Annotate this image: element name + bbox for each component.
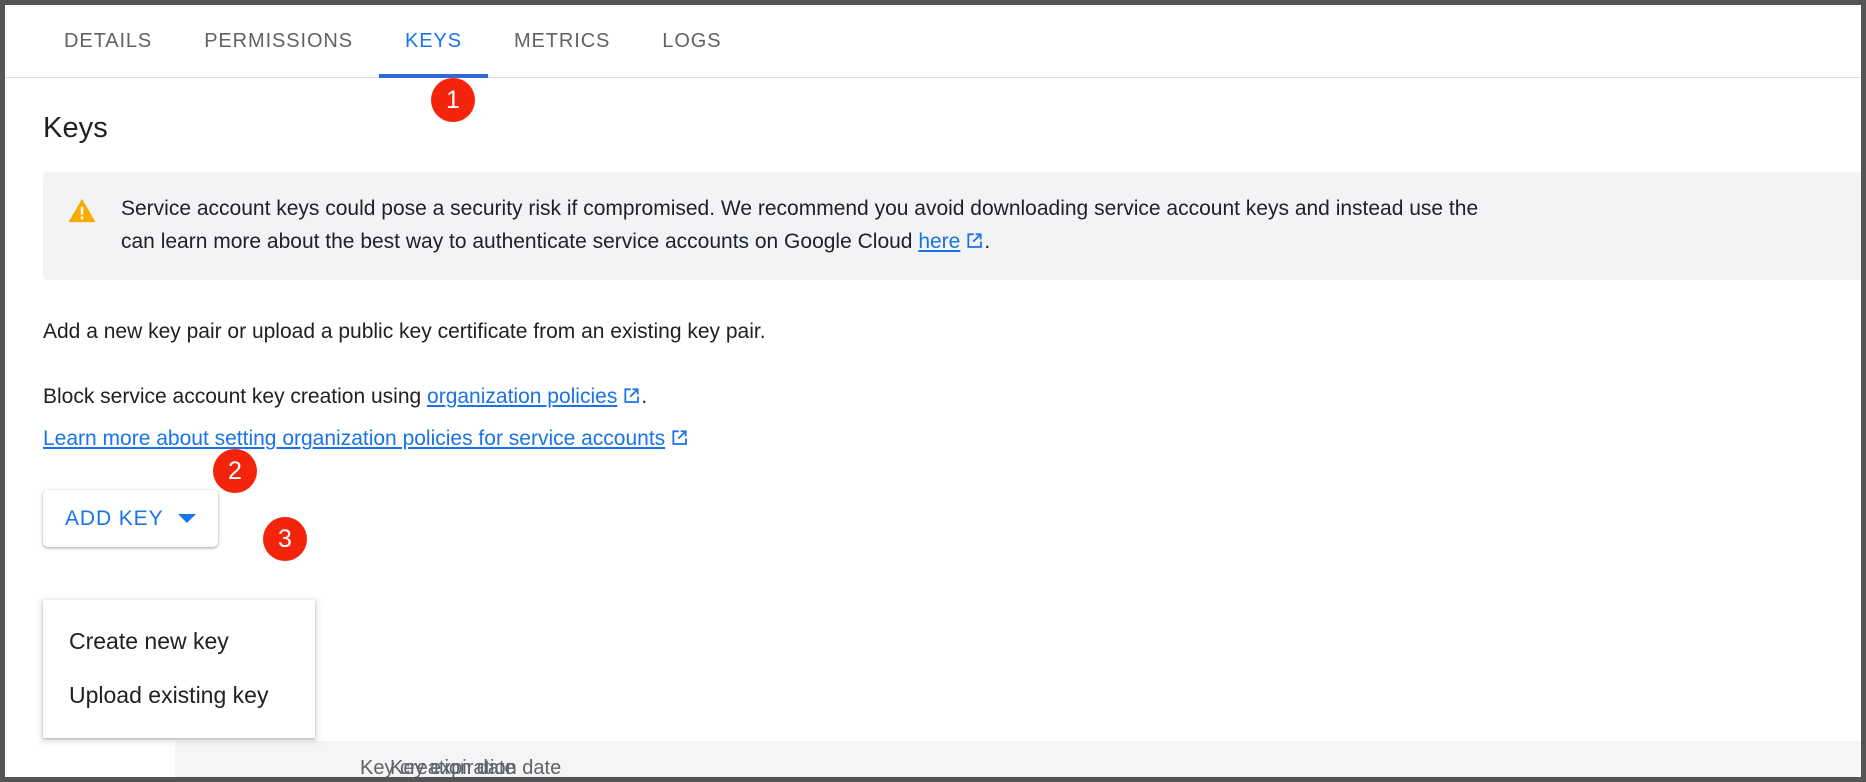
step-badge-2: 2 bbox=[213, 449, 257, 493]
tab-permissions-label: PERMISSIONS bbox=[204, 29, 354, 52]
add-key-button-label: ADD KEY bbox=[65, 506, 164, 530]
add-key-button[interactable]: ADD KEY bbox=[43, 490, 218, 547]
organization-policies-link[interactable]: organization policies bbox=[427, 385, 617, 408]
intro-paragraph: Add a new key pair or upload a public ke… bbox=[43, 320, 766, 343]
app-window: DETAILS PERMISSIONS KEYS METRICS LOGS Ke… bbox=[5, 5, 1861, 777]
page-title: Keys bbox=[43, 112, 108, 144]
tab-keys[interactable]: KEYS bbox=[379, 5, 488, 78]
security-warning-banner: Service account keys could pose a securi… bbox=[43, 172, 1861, 280]
tab-details[interactable]: DETAILS bbox=[38, 5, 178, 78]
menu-item-upload-existing-key-label: Upload existing key bbox=[69, 681, 269, 708]
warning-line-2-suffix: . bbox=[984, 230, 991, 253]
block-policies-prefix: Block service account key creation using bbox=[43, 385, 428, 408]
here-link[interactable]: here bbox=[918, 230, 960, 253]
add-key-row: ADD KEY bbox=[43, 490, 1861, 547]
screenshot-frame: DETAILS PERMISSIONS KEYS METRICS LOGS Ke… bbox=[0, 0, 1866, 782]
keys-table: Key creation date Key expiration date bbox=[175, 741, 1861, 777]
menu-item-create-new-key[interactable]: Create new key bbox=[43, 614, 315, 668]
warning-line-2-prefix: can learn more about the best way to aut… bbox=[121, 230, 919, 253]
external-link-icon bbox=[670, 426, 689, 456]
warning-triangle-icon bbox=[43, 192, 121, 224]
external-link-icon bbox=[965, 227, 984, 260]
security-warning-text: Service account keys could pose a securi… bbox=[121, 192, 1488, 260]
keys-panel: Keys Service account keys could pose a s… bbox=[5, 112, 1861, 777]
tab-details-label: DETAILS bbox=[64, 29, 153, 52]
block-policies-suffix: . bbox=[641, 385, 648, 408]
tab-keys-label: KEYS bbox=[405, 29, 462, 52]
add-key-dropdown-menu: Create new key Upload existing key bbox=[43, 600, 315, 738]
step-badge-1: 1 bbox=[431, 78, 475, 122]
menu-item-create-new-key-label: Create new key bbox=[69, 627, 229, 654]
menu-item-upload-existing-key[interactable]: Upload existing key bbox=[43, 668, 315, 722]
column-header-key-expiration-date: Key expiration date bbox=[390, 756, 562, 778]
tab-permissions[interactable]: PERMISSIONS bbox=[178, 5, 379, 78]
step-badge-3: 3 bbox=[263, 517, 307, 561]
tab-metrics[interactable]: METRICS bbox=[488, 5, 636, 78]
external-link-icon bbox=[622, 384, 641, 414]
warning-line-2: can learn more about the best way to aut… bbox=[121, 225, 1478, 260]
tab-bar: DETAILS PERMISSIONS KEYS METRICS LOGS bbox=[5, 5, 1861, 78]
tab-metrics-label: METRICS bbox=[513, 29, 611, 52]
tab-logs[interactable]: LOGS bbox=[636, 5, 747, 78]
chevron-down-icon bbox=[177, 514, 196, 523]
block-policies-paragraph: Block service account key creation using… bbox=[43, 382, 1861, 414]
learn-more-paragraph: Learn more about setting organization po… bbox=[43, 424, 1861, 456]
keys-table-header-row: Key creation date Key expiration date bbox=[175, 741, 1861, 777]
warning-line-1: Service account keys could pose a securi… bbox=[121, 197, 1479, 220]
learn-more-link[interactable]: Learn more about setting organization po… bbox=[43, 427, 665, 450]
column-header-key-creation-date: Key creation date bbox=[360, 756, 516, 778]
tab-logs-label: LOGS bbox=[662, 29, 722, 52]
